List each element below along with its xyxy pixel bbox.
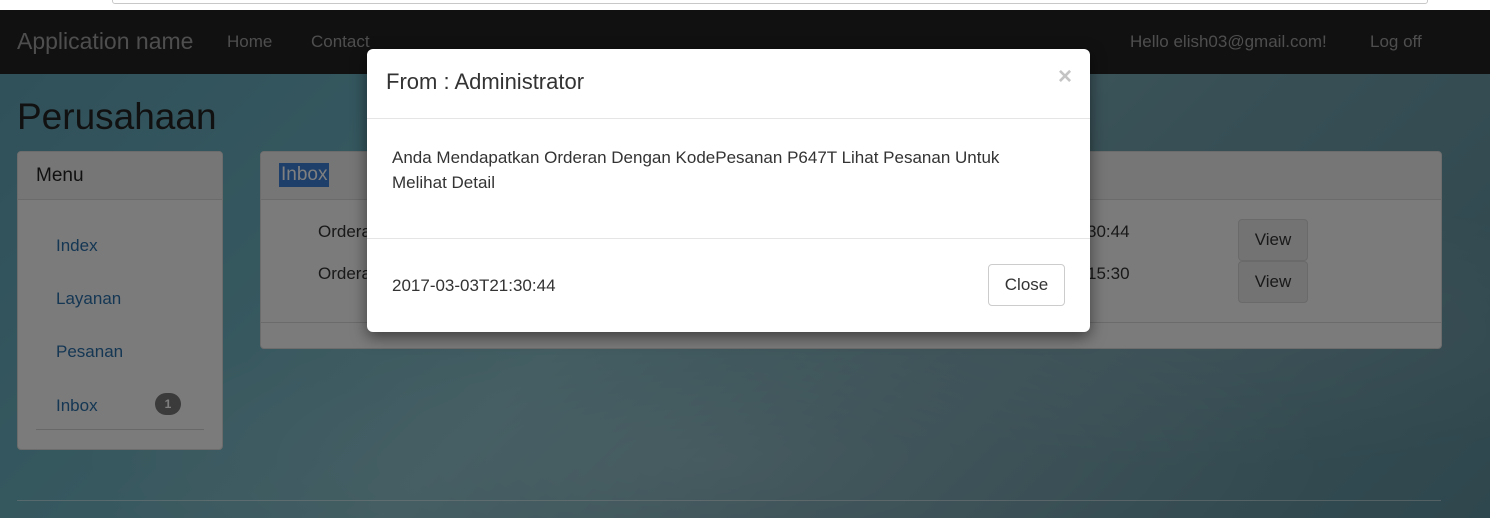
address-bar[interactable] (112, 0, 1428, 4)
modal-footer: 2017-03-03T21:30:44 Close (367, 238, 1090, 332)
modal-message-body: Anda Mendapatkan Orderan Dengan KodePesa… (392, 148, 1000, 192)
modal-title: From : Administrator (386, 69, 585, 94)
browser-strip (0, 0, 1490, 10)
modal-header: From : Administrator × (367, 49, 1090, 119)
close-icon[interactable]: × (1058, 63, 1072, 91)
message-timestamp: 2017-03-03T21:30:44 (392, 276, 556, 295)
message-modal: From : Administrator × Anda Mendapatkan … (367, 49, 1090, 332)
close-button[interactable]: Close (988, 264, 1065, 306)
